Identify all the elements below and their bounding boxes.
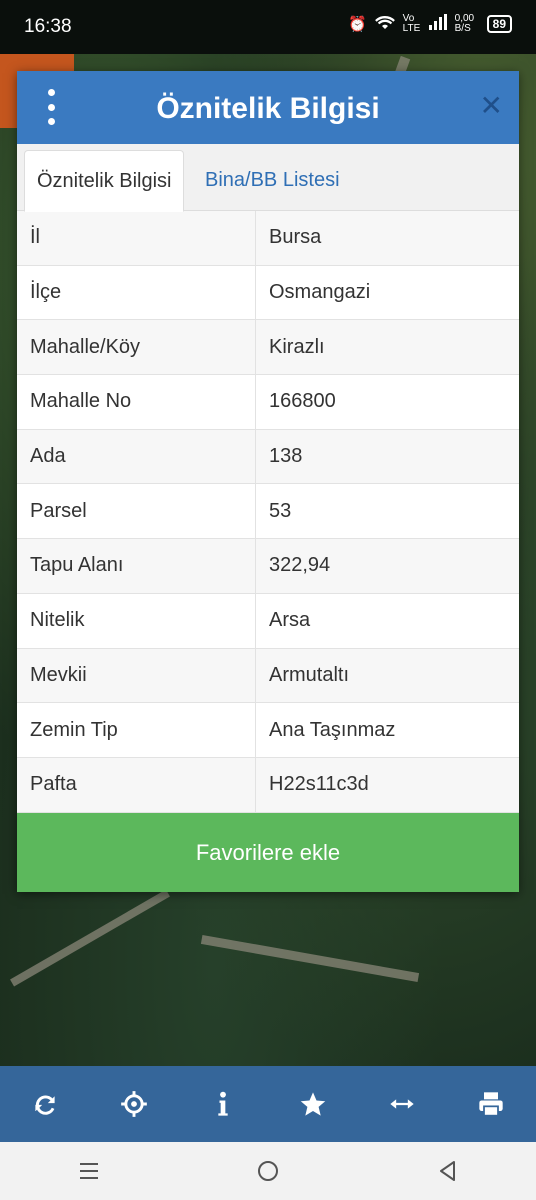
measure-icon[interactable] bbox=[380, 1082, 424, 1126]
attribute-key: Mevkii bbox=[17, 648, 256, 704]
table-row: Pafta H22s11c3d bbox=[17, 757, 519, 813]
attribute-dialog: Öznitelik Bilgisi ✕ Öznitelik Bilgisi Bi… bbox=[17, 71, 519, 892]
back-icon[interactable] bbox=[427, 1151, 467, 1191]
wifi-icon bbox=[374, 14, 395, 34]
attribute-value: 166800 bbox=[255, 374, 519, 430]
attribute-key: Parsel bbox=[17, 483, 256, 540]
attribute-value: Bursa bbox=[255, 211, 519, 266]
attribute-value: 53 bbox=[255, 483, 519, 540]
attribute-key: Mahalle No bbox=[17, 374, 256, 430]
table-row: Ada 138 bbox=[17, 429, 519, 485]
map-road bbox=[200, 934, 420, 983]
attribute-value: Armutaltı bbox=[255, 648, 519, 704]
attribute-value: Ana Taşınmaz bbox=[255, 702, 519, 758]
attribute-value: 138 bbox=[255, 429, 519, 485]
status-bar: 16:38 ⏰ Vo LTE 0,00 B/S 89 bbox=[0, 0, 536, 54]
attribute-key: Nitelik bbox=[17, 593, 256, 649]
attribute-key: Ada bbox=[17, 429, 256, 485]
attribute-value: H22s11c3d bbox=[255, 757, 519, 813]
table-row: Tapu Alanı 322,94 bbox=[17, 538, 519, 594]
refresh-icon[interactable] bbox=[23, 1082, 67, 1126]
recent-apps-icon[interactable] bbox=[69, 1151, 109, 1191]
dialog-tabs: Öznitelik Bilgisi Bina/BB Listesi bbox=[17, 144, 519, 212]
table-row: Nitelik Arsa bbox=[17, 593, 519, 649]
table-row: Mahalle/Köy Kirazlı bbox=[17, 319, 519, 376]
bottom-toolbar bbox=[0, 1066, 536, 1142]
status-time: 16:38 bbox=[24, 16, 72, 37]
status-icons: ⏰ Vo LTE 0,00 B/S 89 bbox=[348, 14, 512, 34]
attribute-value: 322,94 bbox=[255, 538, 519, 594]
alarm-icon: ⏰ bbox=[347, 16, 367, 33]
home-icon[interactable] bbox=[248, 1151, 288, 1191]
attribute-key: Mahalle/Köy bbox=[17, 319, 256, 376]
signal-icon bbox=[428, 14, 447, 34]
network-label: Vo LTE bbox=[402, 13, 421, 34]
tab-attribute-info[interactable]: Öznitelik Bilgisi bbox=[24, 150, 185, 212]
table-row: Mahalle No 166800 bbox=[17, 374, 519, 430]
battery-icon: 89 bbox=[486, 15, 512, 33]
print-icon[interactable] bbox=[469, 1082, 513, 1126]
attribute-value: Osmangazi bbox=[255, 265, 519, 321]
table-row: İlçe Osmangazi bbox=[17, 265, 519, 321]
attribute-key: İlçe bbox=[17, 265, 256, 321]
attribute-value: Kirazlı bbox=[255, 319, 519, 376]
attribute-key: Tapu Alanı bbox=[17, 538, 256, 594]
locate-icon[interactable] bbox=[112, 1082, 156, 1126]
table-row: İl Bursa bbox=[17, 211, 519, 266]
close-icon[interactable]: ✕ bbox=[480, 89, 503, 122]
map-road bbox=[10, 889, 170, 987]
speed-label: 0,00 B/S bbox=[454, 13, 475, 34]
attribute-value: Arsa bbox=[255, 593, 519, 649]
add-to-favorites-button[interactable]: Favorilere ekle bbox=[17, 813, 519, 892]
attribute-key: Pafta bbox=[17, 757, 256, 813]
attribute-key: Zemin Tip bbox=[17, 702, 256, 758]
star-icon[interactable] bbox=[291, 1082, 335, 1126]
table-row: Zemin Tip Ana Taşınmaz bbox=[17, 702, 519, 758]
system-nav-bar bbox=[0, 1142, 536, 1200]
attribute-table: İl Bursa İlçe Osmangazi Mahalle/Köy Kirazlı Ma… bbox=[17, 211, 519, 813]
table-row: Mevkii Armutaltı bbox=[17, 648, 519, 704]
dialog-header: Öznitelik Bilgisi ✕ bbox=[17, 71, 519, 144]
info-icon[interactable] bbox=[201, 1082, 245, 1126]
attribute-key: İl bbox=[17, 211, 256, 266]
table-row: Parsel 53 bbox=[17, 483, 519, 540]
dialog-title: Öznitelik Bilgisi bbox=[156, 92, 380, 125]
tab-building-list[interactable]: Bina/BB Listesi bbox=[193, 150, 352, 210]
